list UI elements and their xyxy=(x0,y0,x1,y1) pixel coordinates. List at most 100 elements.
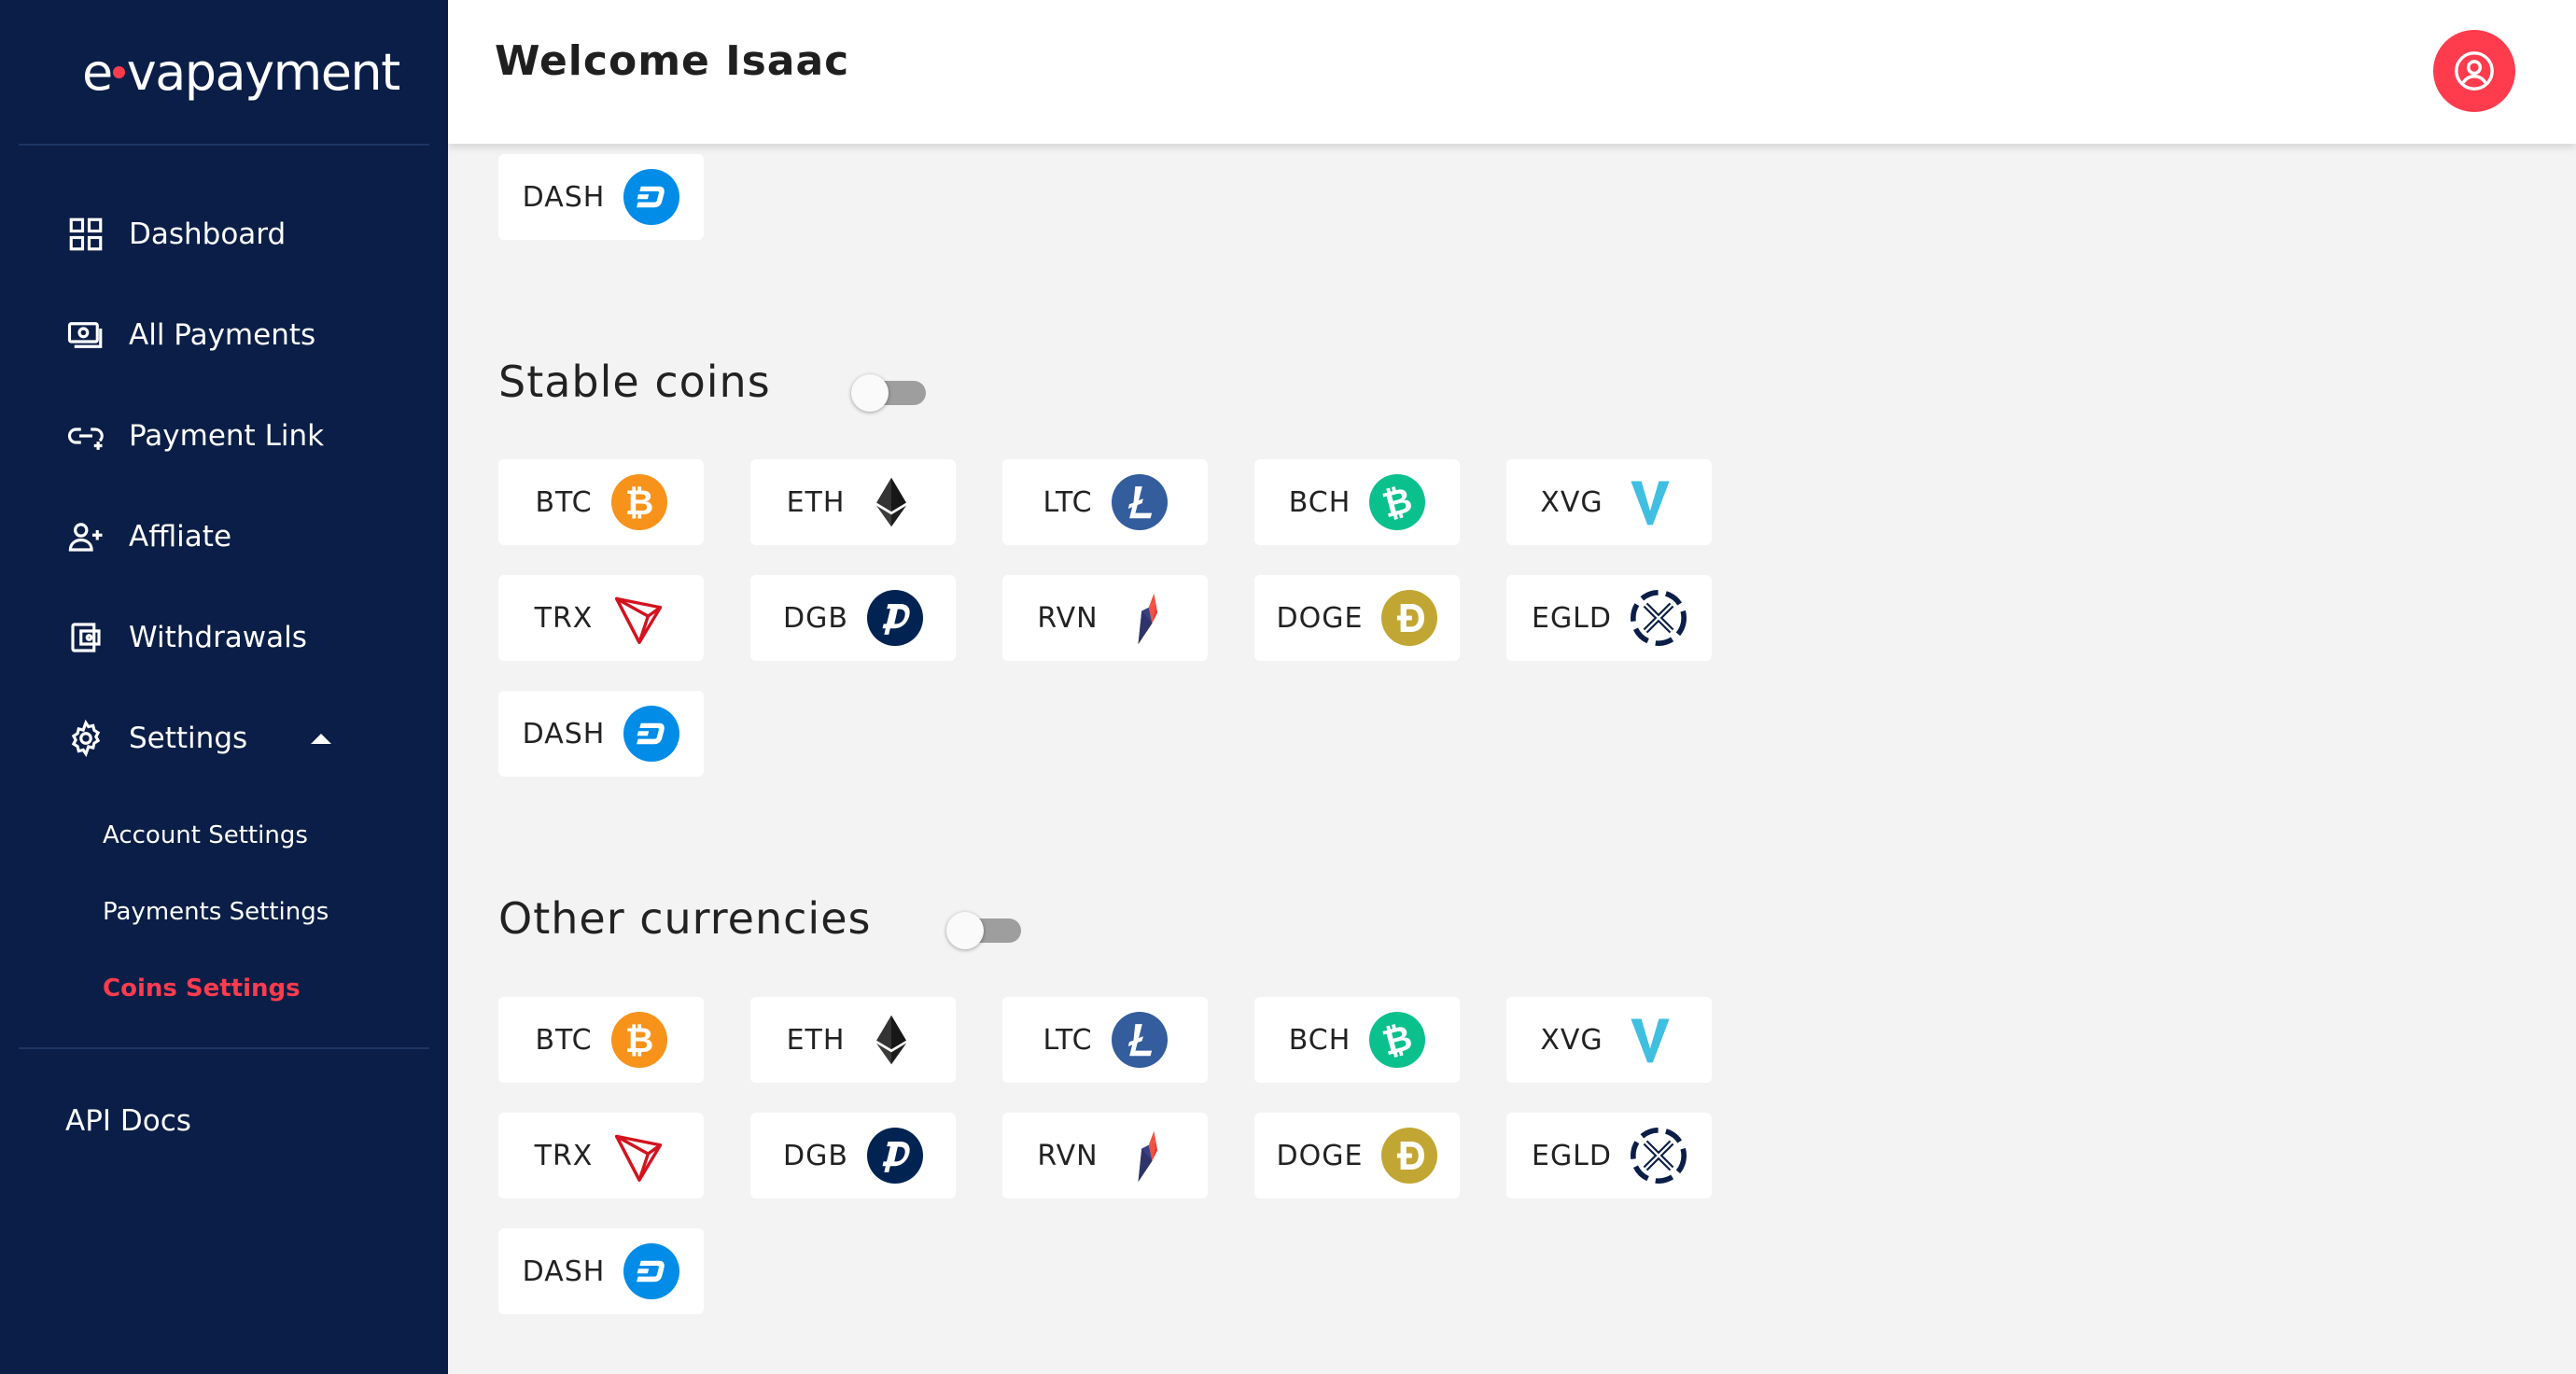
xvg-icon xyxy=(1622,1012,1678,1068)
sidebar-divider xyxy=(19,144,429,146)
sidebar-item-label: All Payments xyxy=(129,318,316,352)
bch-icon: ₿ xyxy=(1369,474,1426,530)
grid-icon xyxy=(65,214,106,255)
ltc-icon xyxy=(1111,1012,1168,1068)
coin-symbol: ETH xyxy=(786,1023,846,1057)
coin-card-trx[interactable]: TRX xyxy=(498,1113,704,1199)
top-header: Welcome Isaac xyxy=(448,0,2576,144)
coin-card-btc[interactable]: BTC ₿ xyxy=(498,997,704,1083)
sidebar-item-payment-link[interactable]: Payment Link xyxy=(65,406,324,466)
coin-symbol: DOGE xyxy=(1276,1139,1364,1172)
coin-card-dash[interactable]: DASH xyxy=(498,1228,704,1314)
section-title-stable-coins: Stable coins xyxy=(498,357,771,407)
dash-icon xyxy=(623,706,680,762)
svg-text:₿: ₿ xyxy=(624,1019,653,1060)
section-title-other-currencies: Other currencies xyxy=(498,893,872,944)
coin-card-xvg[interactable]: XVG xyxy=(1506,459,1712,545)
trx-icon xyxy=(611,1128,667,1184)
coin-card-ltc[interactable]: LTC xyxy=(1002,459,1208,545)
coin-card-egld[interactable]: EGLD xyxy=(1506,575,1712,661)
sidebar-item-dashboard[interactable]: Dashboard xyxy=(65,204,286,264)
coin-symbol: DGB xyxy=(783,601,848,635)
dash-icon xyxy=(623,1243,680,1299)
sidebar-item-label: Dashboard xyxy=(129,217,287,251)
coin-card-doge[interactable]: DOGE xyxy=(1254,1113,1460,1199)
coin-card-rvn[interactable]: RVN xyxy=(1002,1113,1208,1199)
trx-icon xyxy=(611,590,667,646)
dgb-icon xyxy=(866,590,923,646)
rvn-icon xyxy=(1117,590,1173,646)
sidebar-item-affliate[interactable]: Affliate xyxy=(65,507,231,567)
sidebar-item-api-docs[interactable]: API Docs xyxy=(65,1091,191,1151)
coin-symbol: BCH xyxy=(1288,1023,1351,1057)
coin-symbol: DASH xyxy=(522,180,606,214)
coin-symbol: EGLD xyxy=(1531,1139,1613,1172)
coin-card-doge[interactable]: DOGE xyxy=(1254,575,1460,661)
coin-card-trx[interactable]: TRX xyxy=(498,575,704,661)
sidebar-item-all-payments[interactable]: All Payments xyxy=(65,305,315,365)
coin-symbol: LTC xyxy=(1043,485,1093,519)
eth-icon xyxy=(863,474,919,530)
eth-icon xyxy=(863,1012,919,1068)
wallet-icon xyxy=(65,617,106,658)
coin-symbol: XVG xyxy=(1540,485,1603,519)
link-icon xyxy=(65,415,106,456)
chevron-up-icon[interactable] xyxy=(311,734,331,744)
coin-symbol: RVN xyxy=(1037,601,1099,635)
egld-icon xyxy=(1631,1128,1687,1184)
sub-item-payments-settings[interactable]: Payments Settings xyxy=(103,898,329,926)
coin-symbol: BTC xyxy=(535,485,593,519)
egld-icon xyxy=(1631,590,1687,646)
xvg-icon xyxy=(1622,474,1678,530)
stable-coins-toggle[interactable] xyxy=(851,374,926,412)
coin-card-bch[interactable]: BCH ₿ xyxy=(1254,997,1460,1083)
other-currencies-toggle[interactable] xyxy=(946,912,1021,949)
doge-icon xyxy=(1381,590,1438,646)
gear-icon xyxy=(65,718,106,759)
svg-text:₿: ₿ xyxy=(624,482,653,523)
ltc-icon xyxy=(1111,474,1168,530)
btc-icon: ₿ xyxy=(610,474,667,530)
coin-card-bch[interactable]: BCH ₿ xyxy=(1254,459,1460,545)
coin-card-dgb[interactable]: DGB xyxy=(750,575,956,661)
brand-logo[interactable]: e vapayment xyxy=(82,43,400,102)
user-circle-icon xyxy=(2455,51,2494,91)
sub-item-account-settings[interactable]: Account Settings xyxy=(103,821,308,849)
bch-icon: ₿ xyxy=(1369,1012,1426,1068)
coin-symbol: BCH xyxy=(1288,485,1351,519)
user-avatar-button[interactable] xyxy=(2433,30,2515,112)
coin-symbol: DASH xyxy=(522,1255,606,1288)
coin-card-rvn[interactable]: RVN xyxy=(1002,575,1208,661)
sidebar-item-label: Settings xyxy=(129,722,248,755)
coin-card-eth[interactable]: ETH xyxy=(750,997,956,1083)
coin-card-dgb[interactable]: DGB xyxy=(750,1113,956,1199)
dgb-icon xyxy=(866,1128,923,1184)
sidebar-divider xyxy=(19,1047,429,1049)
coin-symbol: LTC xyxy=(1043,1023,1093,1057)
coin-symbol: RVN xyxy=(1037,1139,1099,1172)
sidebar-item-label: API Docs xyxy=(65,1104,191,1138)
sidebar-item-label: Withdrawals xyxy=(129,621,307,654)
sidebar-item-withdrawals[interactable]: Withdrawals xyxy=(65,608,307,667)
sub-item-coins-settings[interactable]: Coins Settings xyxy=(103,974,301,1002)
coin-symbol: DASH xyxy=(522,717,606,750)
coin-symbol: BTC xyxy=(535,1023,593,1057)
coin-symbol: XVG xyxy=(1540,1023,1603,1057)
sidebar-item-settings[interactable]: Settings xyxy=(65,708,247,768)
coin-card-eth[interactable]: ETH xyxy=(750,459,956,545)
coin-card-dash[interactable]: DASH xyxy=(498,691,704,777)
sidebar-item-label: Payment Link xyxy=(129,419,325,453)
doge-icon xyxy=(1381,1128,1438,1184)
page-title: Welcome Isaac xyxy=(495,37,850,85)
coin-card-xvg[interactable]: XVG xyxy=(1506,997,1712,1083)
coin-card-dash[interactable]: DASH xyxy=(498,154,704,240)
coin-symbol: ETH xyxy=(786,485,846,519)
rvn-icon xyxy=(1117,1128,1173,1184)
coin-card-ltc[interactable]: LTC xyxy=(1002,997,1208,1083)
coin-symbol: DOGE xyxy=(1276,601,1364,635)
sidebar-item-label: Affliate xyxy=(129,520,232,554)
coin-card-btc[interactable]: BTC ₿ xyxy=(498,459,704,545)
coin-card-egld[interactable]: EGLD xyxy=(1506,1113,1712,1199)
btc-icon: ₿ xyxy=(610,1012,667,1068)
coin-symbol: TRX xyxy=(534,601,594,635)
